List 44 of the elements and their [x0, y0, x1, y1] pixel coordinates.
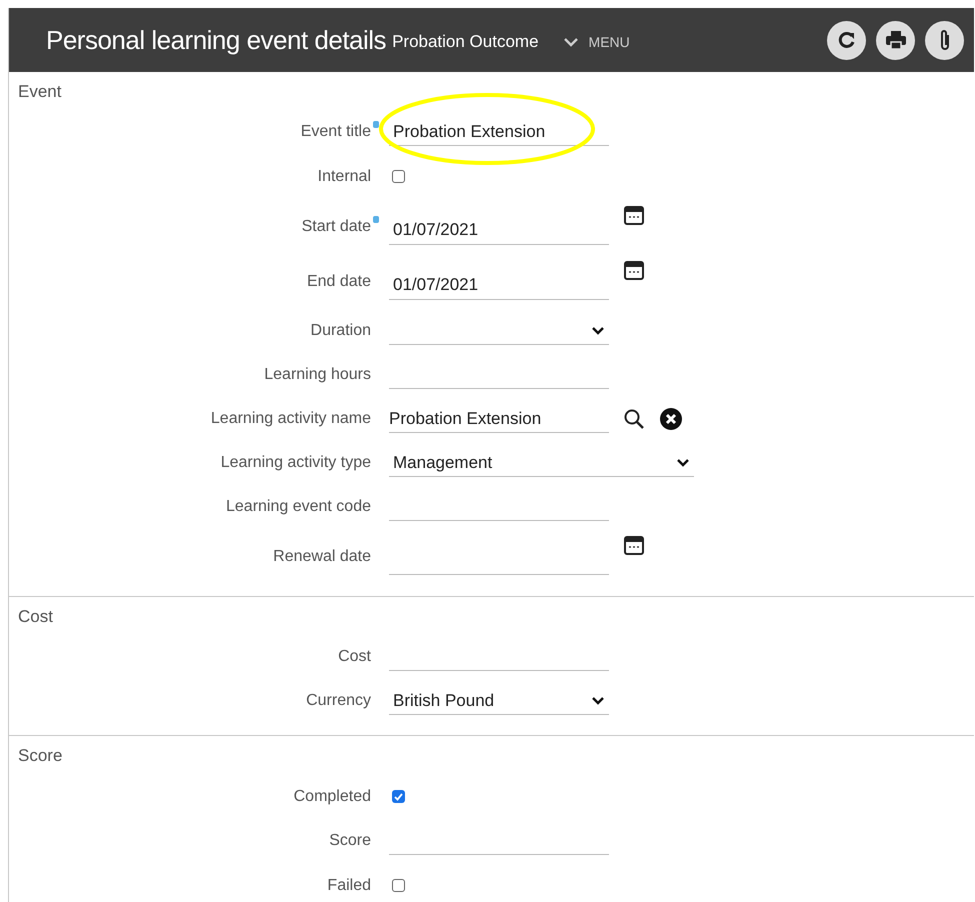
chevron-down-icon: [591, 696, 605, 706]
printer-icon: [884, 30, 906, 50]
attachment-button[interactable]: [925, 20, 964, 60]
checkbox[interactable]: [392, 790, 405, 803]
calendar-icon[interactable]: [623, 204, 645, 226]
field-label: Score: [328, 832, 371, 850]
section-title: Event: [17, 82, 62, 102]
checkbox[interactable]: [392, 170, 405, 183]
field-label: Internal: [316, 168, 371, 186]
lookup-field[interactable]: Probation Extension: [389, 405, 609, 433]
date-field[interactable]: 01/07/2021: [389, 272, 609, 300]
field-label: Learning event code: [225, 498, 371, 516]
field-label: Currency: [305, 692, 371, 710]
calendar-icon[interactable]: [623, 534, 645, 556]
clear-icon[interactable]: [659, 407, 683, 431]
page-title: Personal learning event details: [46, 24, 386, 56]
refresh-icon: [836, 30, 856, 50]
chevron-down-icon: [591, 326, 605, 336]
chevron-down-icon: [562, 37, 579, 47]
field-label: Renewal date: [272, 548, 371, 566]
checkbox[interactable]: [392, 879, 405, 892]
field-label: Event title: [9, 123, 371, 141]
text-field[interactable]: Probation Extension: [389, 118, 609, 146]
field-label: End date: [306, 272, 371, 290]
field-label: Duration: [310, 322, 371, 340]
chevron-down-icon: [676, 458, 690, 468]
calendar-icon[interactable]: [623, 259, 645, 281]
refresh-button[interactable]: [827, 20, 866, 60]
menu-button[interactable]: MENU: [562, 34, 630, 50]
field-label: Completed: [292, 788, 371, 806]
field-label: Failed: [326, 876, 371, 894]
field-label: Learning activity name: [210, 410, 371, 428]
date-field[interactable]: 01/07/2021: [389, 216, 609, 244]
select-field[interactable]: Management: [389, 449, 694, 477]
print-button[interactable]: [876, 20, 915, 60]
select-field[interactable]: British Pound: [389, 687, 609, 715]
section-title: Score: [17, 746, 64, 766]
field-label: Start date: [9, 218, 371, 236]
search-icon[interactable]: [623, 408, 645, 430]
page-subtitle: Probation Outcome: [392, 32, 539, 52]
section-title: Cost: [17, 607, 54, 627]
field-label: Cost: [337, 648, 371, 666]
field-label: Learning hours: [263, 366, 371, 384]
field-label: Learning activity type: [220, 454, 371, 472]
